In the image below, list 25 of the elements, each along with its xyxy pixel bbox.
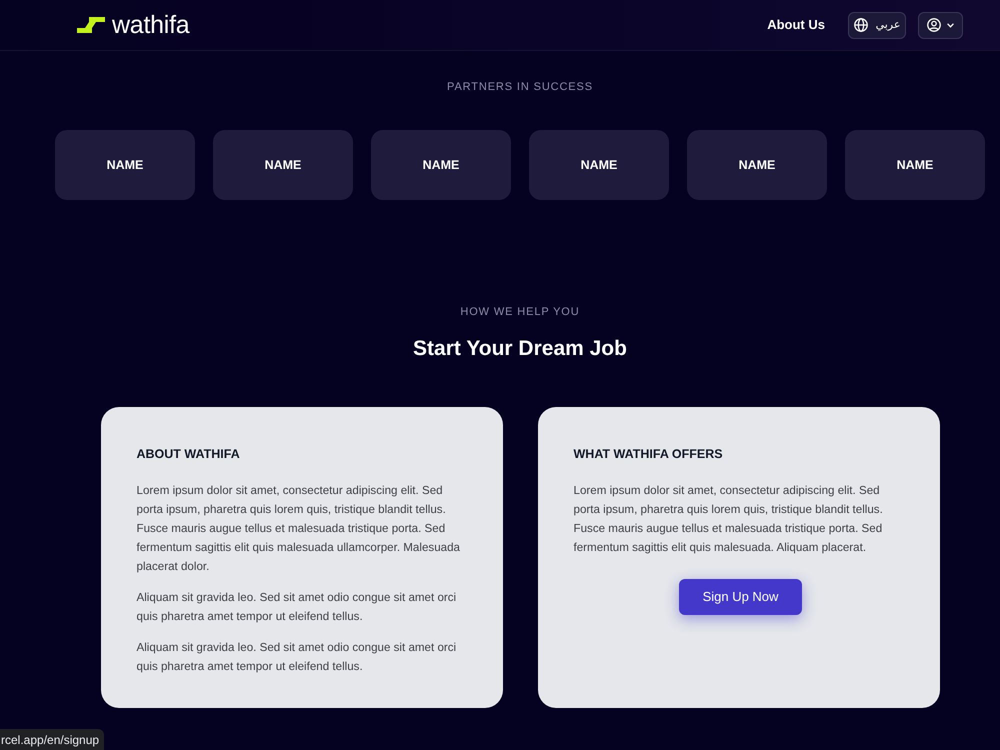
chevron-down-icon [947,22,954,28]
card-paragraph: Aliquam sit gravida leo. Sed sit amet odio congue sit amet orci quis pharetra amet tempor ut eleifend tellus. [136,640,458,675]
card-paragraph: Lorem ipsum dolor sit amet, consectetur adipiscing elit. Sed porta ipsum, pharetra quis lorem quis, tristique blandit tellus. Fusce mauris augue tellus et malesuada tristique porta. Sed fermentum sagittis elit quis malesuada. Aliquam placerat. [574,483,884,556]
logo-icon [77,16,105,34]
card-heading: WHAT WATHIFA OFFERS [574,447,724,461]
logo-text: wathifa [112,10,190,40]
partner-name: NAME [264,156,302,174]
account-menu-button[interactable] [918,12,963,38]
about-us-link[interactable]: About Us [767,15,825,35]
partner-name: NAME [738,156,776,174]
card-paragraph: Aliquam sit gravida leo. Sed sit amet odio congue sit amet orci quis pharetra amet tempor ut eleifend tellus. [136,590,458,625]
language-button[interactable]: عربي [848,12,906,38]
partner-name: NAME [422,156,460,174]
card-paragraph: Lorem ipsum dolor sit amet, consectetur adipiscing elit. Sed porta ipsum, pharetra quis lorem quis, tristique blandit tellus. Fusce mauris augue tellus et malesuada tristique porta. Sed fermentum sagittis elit quis malesuada ullamcorper. Malesuada placerat dolor. [136,483,461,575]
section-eyebrow: HOW WE HELP YOU [459,305,581,319]
globe-icon [854,18,868,32]
section-eyebrow: PARTNERS IN SUCCESS [446,80,594,94]
user-icon [927,18,941,32]
sign-up-button[interactable]: Sign Up Now [679,579,802,615]
section-title: Start Your Dream Job [412,336,628,362]
card-heading: ABOUT WATHIFA [136,447,241,461]
partner-name: NAME [106,156,144,174]
partner-name: NAME [896,156,934,174]
partner-name: NAME [580,156,618,174]
status-url-bubble: rcel.app/en/signup [0,729,104,750]
